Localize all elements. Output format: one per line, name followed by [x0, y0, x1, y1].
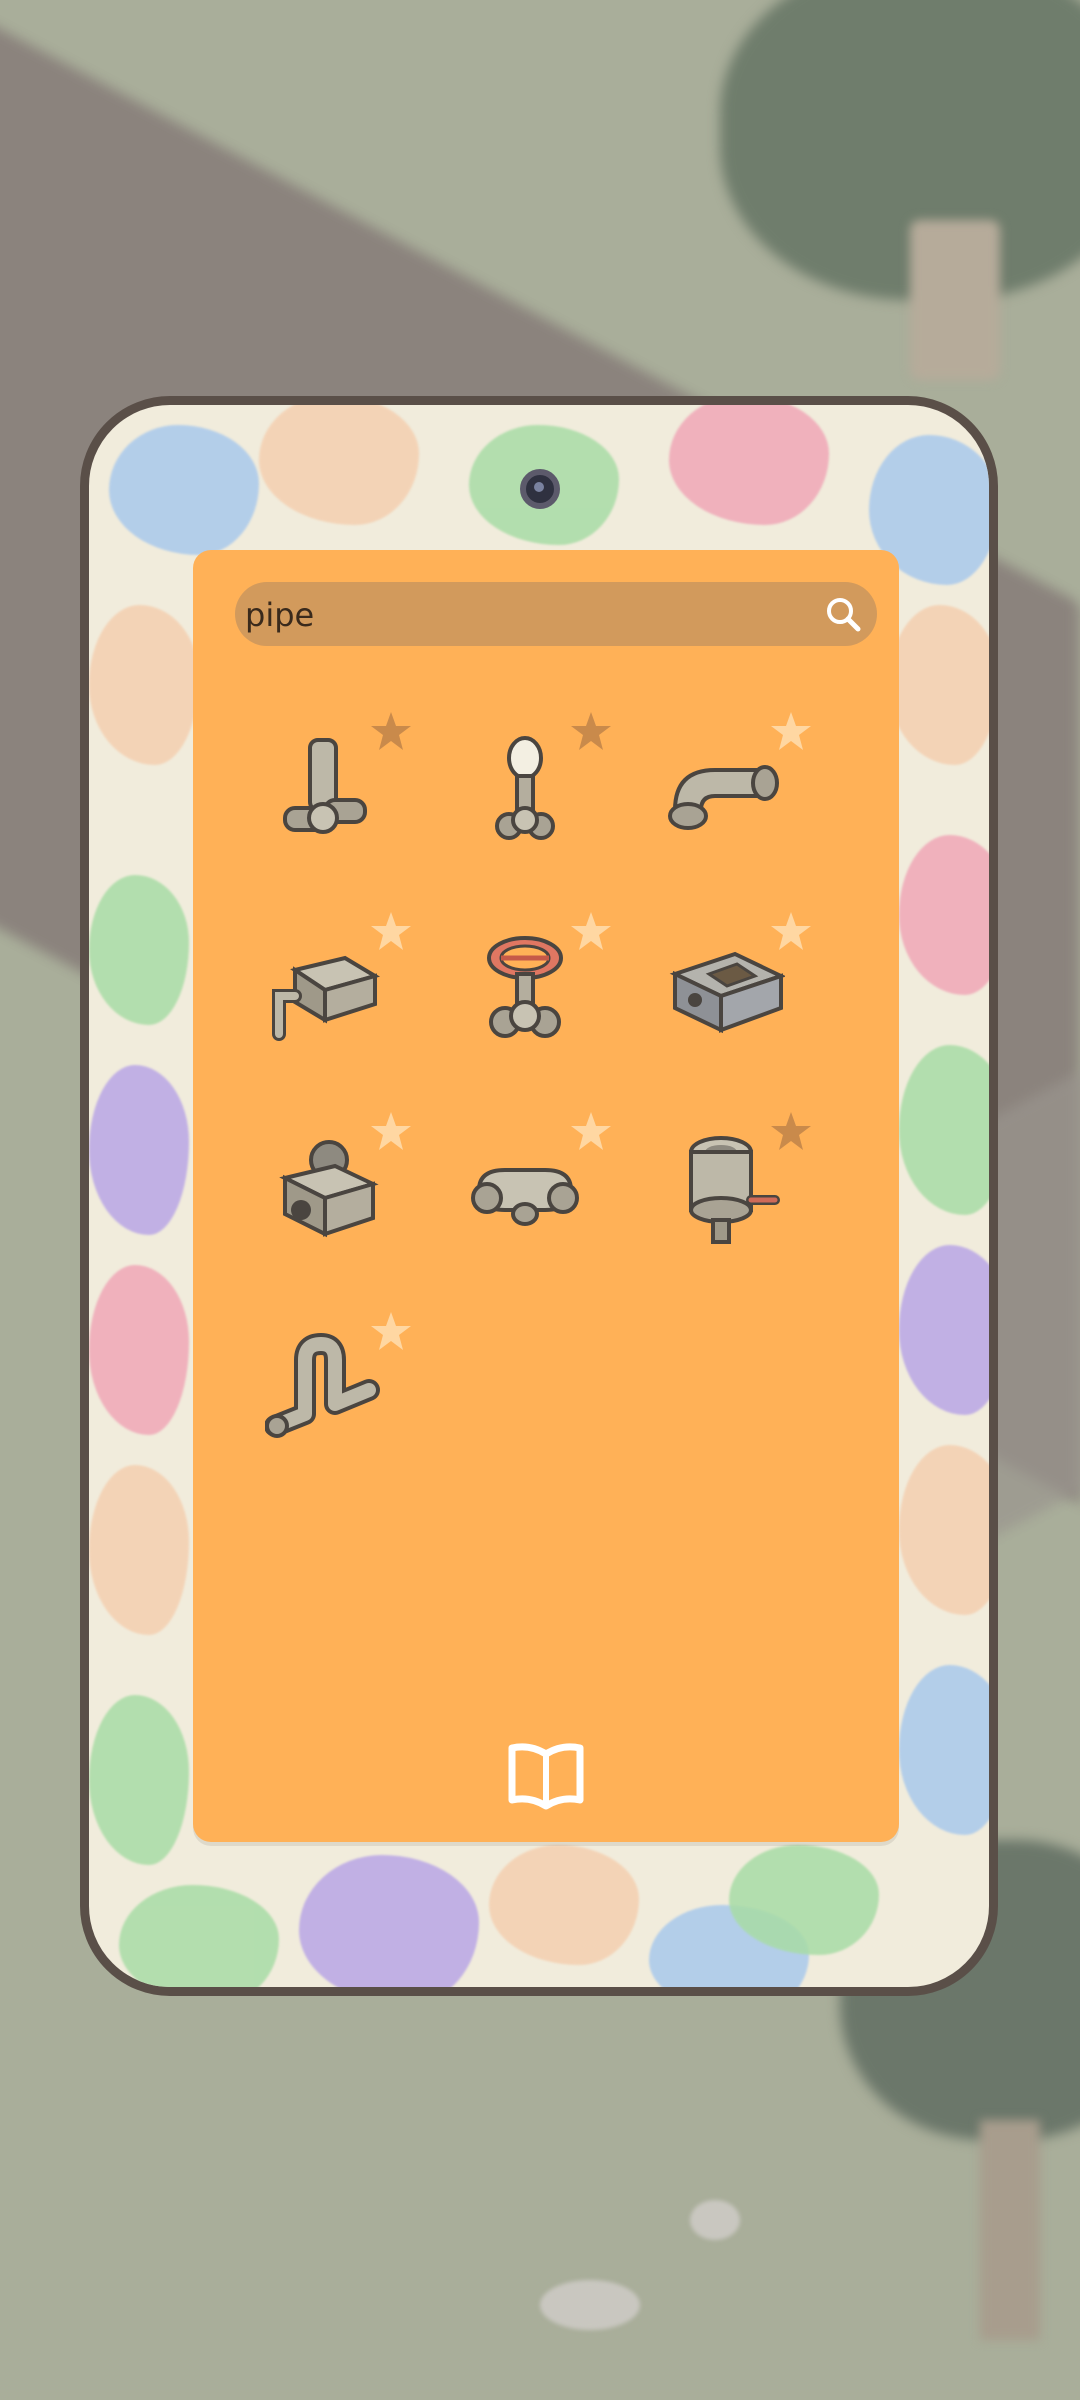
item-pipe-cross[interactable]: [455, 1110, 611, 1260]
item-pipe-elbow[interactable]: [655, 710, 811, 860]
favorite-star-icon[interactable]: [369, 710, 413, 754]
in-game-phone: [80, 396, 998, 1996]
favorite-star-icon[interactable]: [369, 1110, 413, 1154]
item-pipe-gear-box[interactable]: [255, 1110, 411, 1260]
item-pipe-valve-wheel[interactable]: [455, 910, 611, 1060]
phone-camera: [520, 469, 560, 509]
item-pipe-junction-box[interactable]: [255, 910, 411, 1060]
favorite-star-icon[interactable]: [569, 710, 613, 754]
pipe-lamp-icon: [495, 736, 555, 840]
pipe-elbow-icon: [668, 765, 779, 830]
item-pipe-s-bend[interactable]: [255, 1310, 411, 1460]
pipe-gear-box-icon: [279, 1140, 379, 1238]
search-input[interactable]: [243, 590, 807, 640]
search-icon[interactable]: [823, 594, 863, 634]
item-pipe-box-window[interactable]: [655, 910, 811, 1060]
search-bar: [235, 582, 877, 646]
pipe-tank-icon: [689, 1136, 780, 1244]
pipe-box-window-icon: [669, 951, 785, 1034]
item-pipe-tee[interactable]: [255, 710, 411, 860]
catalog-book-icon[interactable]: [506, 1740, 586, 1814]
item-pipe-tank[interactable]: [655, 1110, 811, 1260]
favorite-star-icon[interactable]: [769, 910, 813, 954]
favorite-star-icon[interactable]: [769, 1110, 813, 1154]
favorite-star-icon[interactable]: [569, 1110, 613, 1154]
item-pipe-lamp[interactable]: [455, 710, 611, 860]
favorite-star-icon[interactable]: [769, 710, 813, 754]
pipe-valve-wheel-icon: [487, 936, 563, 1038]
catalog-panel: [193, 550, 899, 1842]
favorite-star-icon[interactable]: [369, 1310, 413, 1354]
favorite-star-icon[interactable]: [369, 910, 413, 954]
pipe-junction-box-icon: [272, 955, 381, 1041]
favorite-star-icon[interactable]: [569, 910, 613, 954]
pipe-tee-icon: [283, 738, 367, 834]
pipe-s-bend-icon: [265, 1333, 380, 1438]
pipe-cross-icon: [471, 1168, 579, 1226]
